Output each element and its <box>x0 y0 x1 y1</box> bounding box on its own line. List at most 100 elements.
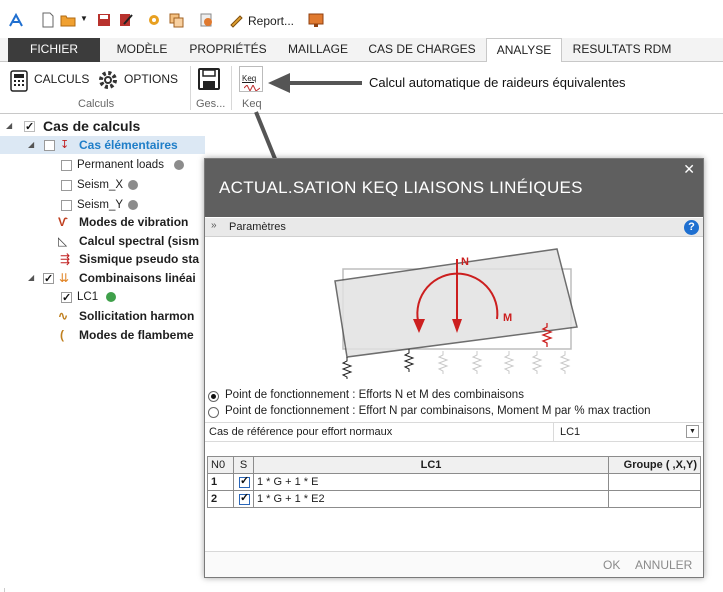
table-row[interactable]: 2 1 * G + 1 * E2 <box>207 490 701 508</box>
dialog-footer: OK ANNULER <box>205 551 703 577</box>
tab-maillage[interactable]: MAILLAGE <box>278 38 358 62</box>
item-checkbox[interactable] <box>61 180 72 191</box>
collapse-arrow-icon[interactable]: ◢ <box>28 269 34 287</box>
ribbon-separator <box>231 66 232 110</box>
status-dot-icon <box>128 180 138 190</box>
copy-icon[interactable] <box>168 12 184 28</box>
app-logo-icon[interactable] <box>8 12 24 28</box>
tree-item-label: Calcul spectral (sism <box>79 234 200 248</box>
harmonic-wave-icon: ∿ <box>58 309 69 323</box>
root-checkbox[interactable] <box>24 118 35 136</box>
row-select-cell[interactable] <box>233 490 254 508</box>
options-gear-icon[interactable] <box>98 70 118 90</box>
radio-moment-traction-label: Point de fonctionnement : Effort N par c… <box>225 405 651 417</box>
keq-button[interactable]: Keq <box>239 66 263 92</box>
open-dropdown-icon[interactable]: ▼ <box>80 14 88 23</box>
row-group[interactable] <box>608 490 701 508</box>
quick-access-toolbar: ▼ Report... <box>0 0 723 38</box>
edit-document-icon[interactable] <box>118 12 134 28</box>
normal-force-label: N <box>461 256 469 268</box>
ok-button[interactable]: OK <box>603 558 620 572</box>
cancel-button[interactable]: ANNULER <box>635 558 692 572</box>
tab-proprietes[interactable]: PROPRIÉTÉS <box>186 38 270 62</box>
tree-item-label: Sismique pseudo sta <box>79 252 200 266</box>
options-button[interactable]: OPTIONS <box>124 72 178 86</box>
dialog-header: ACTUAL.SATION KEQ LIAISONS LINÉIQUES ✕ <box>205 159 703 217</box>
reference-case-value: LC1 <box>560 426 581 438</box>
panel-border <box>4 588 5 592</box>
status-dot-icon <box>174 160 184 170</box>
group-calculs-label: Calculs <box>78 98 115 110</box>
collapse-chevron-icon[interactable]: » <box>211 220 217 231</box>
dialog-title: ACTUAL.SATION KEQ LIAISONS LINÉIQUES <box>219 178 583 197</box>
row-formula: 1 * G + 1 * E <box>253 473 609 491</box>
open-folder-icon[interactable] <box>60 12 76 28</box>
reference-case-row: Cas de référence pour effort normaux LC1… <box>205 422 703 442</box>
callout-text: Calcul automatique de raideurs équivalen… <box>369 75 626 90</box>
row-checkbox[interactable] <box>239 474 250 488</box>
save-icon[interactable] <box>96 12 112 28</box>
reference-case-select[interactable]: LC1 ▼ <box>553 423 701 442</box>
radio-moment-traction[interactable] <box>208 407 219 418</box>
keq-icon: Keq <box>242 74 257 83</box>
tree-item-label: Cas élémentaires <box>79 138 178 152</box>
tab-cas-de-charges[interactable]: CAS DE CHARGES <box>366 38 478 62</box>
tab-resultats-rdm[interactable]: RESULTATS RDM <box>570 38 674 62</box>
tree-item-label: Seism_X <box>77 179 124 191</box>
header-s: S <box>233 456 254 474</box>
group-ges-label: Ges... <box>196 98 226 110</box>
radio-efforts-combinations[interactable] <box>208 391 219 402</box>
combinations-table: N0 S LC1 Groupe ( ,X,Y) 1 1 * G + 1 * E … <box>207 456 701 508</box>
close-icon[interactable]: ✕ <box>683 161 695 178</box>
tab-analyse[interactable]: ANALYSE <box>486 38 562 63</box>
tab-modele[interactable]: MODÈLE <box>106 38 178 62</box>
help-icon[interactable]: ? <box>684 220 699 235</box>
tree-item-label: Modes de vibration <box>79 215 189 229</box>
header-lc1: LC1 <box>253 456 609 474</box>
tree-item-label: LC1 <box>77 291 99 303</box>
chevron-down-icon[interactable]: ▼ <box>686 425 699 438</box>
new-file-icon[interactable] <box>40 12 56 28</box>
row-select-cell[interactable] <box>233 473 254 491</box>
moment-label: M <box>503 312 512 324</box>
item-checkbox[interactable] <box>61 200 72 211</box>
item-checkbox[interactable] <box>61 289 72 307</box>
header-no: N0 <box>207 456 234 474</box>
ribbon-separator <box>190 66 191 110</box>
report-pencil-icon <box>230 15 243 28</box>
tree-item-label: Permanent loads <box>77 159 164 171</box>
tree-item-cas-elementaires[interactable]: ◢ ↧ Cas élémentaires <box>0 136 205 154</box>
tab-fichier[interactable]: FICHIER <box>8 38 100 62</box>
row-number: 2 <box>207 490 234 508</box>
calculator-icon[interactable] <box>10 70 28 92</box>
export-icon[interactable] <box>198 12 214 28</box>
table-row[interactable]: 1 1 * G + 1 * E <box>207 473 701 491</box>
collapse-arrow-icon[interactable]: ◢ <box>28 136 34 154</box>
tree-item-label: Modes de flambeme <box>79 328 194 342</box>
spring-mini-icon <box>244 85 260 91</box>
screen-icon[interactable] <box>308 12 324 28</box>
settings-gear-icon[interactable] <box>146 12 162 28</box>
status-dot-icon <box>128 200 138 210</box>
row-checkbox[interactable] <box>239 491 250 505</box>
buckling-icon: ( <box>60 328 64 342</box>
combinations-checkbox[interactable] <box>43 270 54 288</box>
calculs-button[interactable]: CALCULS <box>34 72 89 86</box>
collapse-arrow-icon[interactable]: ◢ <box>6 117 12 135</box>
spectrum-chart-icon: ◺ <box>58 234 68 248</box>
report-button[interactable]: Report... <box>248 14 294 28</box>
seismic-icon: ⇶ <box>60 252 71 266</box>
status-dot-icon <box>106 292 116 302</box>
load-case-icon: ↧ <box>60 139 70 151</box>
save-disk-icon[interactable] <box>198 68 220 90</box>
tree-item-label: Combinaisons linéai <box>79 271 196 285</box>
elementary-checkbox[interactable] <box>44 140 55 151</box>
item-checkbox[interactable] <box>61 160 72 171</box>
tree-item-label: Sollicitation harmon <box>79 309 195 323</box>
row-group[interactable] <box>608 473 701 491</box>
parameters-section-header[interactable]: » Paramètres ? <box>205 218 703 237</box>
foundation-diagram: N M <box>334 248 578 379</box>
group-keq-label: Keq <box>242 98 262 110</box>
vibration-icon: Ѵ <box>58 215 68 229</box>
springs-inactive <box>437 351 571 374</box>
